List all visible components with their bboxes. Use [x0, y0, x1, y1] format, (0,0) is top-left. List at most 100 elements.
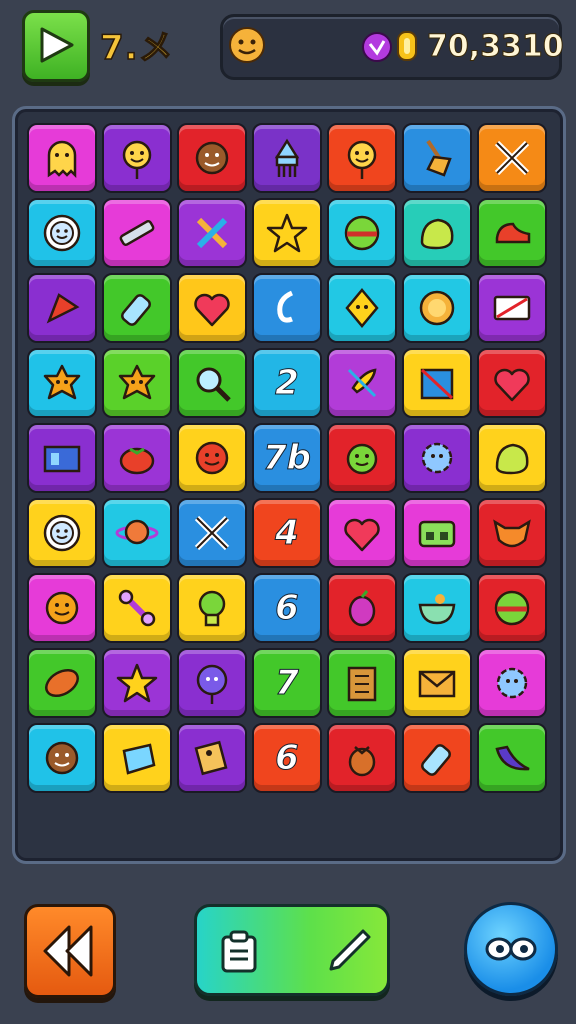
planet-icon: [115, 519, 159, 545]
board-tile[interactable]: [27, 423, 97, 493]
board-tile[interactable]: [402, 123, 472, 193]
board-tile[interactable]: [27, 723, 97, 793]
board-tile[interactable]: [177, 573, 247, 643]
board-tile[interactable]: [177, 123, 247, 193]
blob-icon: [495, 443, 529, 475]
board-tile[interactable]: [327, 123, 397, 193]
window-icon: [43, 445, 81, 473]
play-button[interactable]: [22, 10, 90, 82]
bottle-icon: [421, 744, 451, 776]
board-tile[interactable]: [402, 423, 472, 493]
board-tile[interactable]: [477, 498, 547, 568]
crossed-pencils-icon: [196, 217, 228, 249]
board-tile[interactable]: [402, 198, 472, 268]
board-tile[interactable]: 7b: [252, 423, 322, 493]
board-tile[interactable]: [27, 123, 97, 193]
board-tile[interactable]: [402, 573, 472, 643]
board-tile[interactable]: [477, 423, 547, 493]
board-tile[interactable]: [327, 498, 397, 568]
double-back-arrow-icon: [43, 925, 93, 977]
board-tile[interactable]: [327, 723, 397, 793]
board-tile[interactable]: [177, 348, 247, 418]
board-tile[interactable]: [177, 423, 247, 493]
board-tile[interactable]: [327, 198, 397, 268]
board-tile[interactable]: [102, 348, 172, 418]
smiley-balloon-icon: [122, 140, 152, 179]
number-4-icon: 4: [275, 513, 300, 554]
board-tile[interactable]: [327, 348, 397, 418]
scroll-icon: [347, 666, 377, 702]
board-tile[interactable]: [27, 648, 97, 718]
level-label: 7.メ: [99, 27, 174, 69]
number-2-icon: 2: [275, 363, 300, 404]
board-tile[interactable]: 6: [252, 723, 322, 793]
smiley-red-icon: [195, 441, 229, 475]
board-tile[interactable]: [102, 123, 172, 193]
bottom-controls: [0, 880, 576, 1024]
board-tile[interactable]: [402, 348, 472, 418]
board-tile[interactable]: [102, 648, 172, 718]
board-tile[interactable]: [477, 348, 547, 418]
top-bar: 7.メ 70,3310: [0, 0, 576, 96]
board-tile[interactable]: [102, 573, 172, 643]
menu-button[interactable]: [464, 902, 558, 996]
gear-face-icon: [421, 442, 453, 474]
board-tile[interactable]: [477, 198, 547, 268]
board-tile[interactable]: [477, 573, 547, 643]
coin-icon: [419, 290, 455, 326]
board-tile[interactable]: [477, 648, 547, 718]
board-tile[interactable]: 6: [252, 573, 322, 643]
board-tile[interactable]: [402, 648, 472, 718]
board-tile[interactable]: [177, 273, 247, 343]
action-button[interactable]: [194, 904, 390, 996]
board-tile[interactable]: [27, 273, 97, 343]
heart-icon: [194, 293, 230, 327]
board-tile[interactable]: [327, 423, 397, 493]
board-tile[interactable]: 2: [252, 348, 322, 418]
crossed-swords-icon: [194, 515, 230, 551]
board-tile[interactable]: [402, 273, 472, 343]
board-tile[interactable]: [327, 573, 397, 643]
board-tile[interactable]: [252, 198, 322, 268]
board-tile[interactable]: [27, 573, 97, 643]
sun-face-icon: [43, 214, 81, 252]
acorn-icon: [348, 746, 376, 777]
board-tile[interactable]: [477, 723, 547, 793]
board-tile[interactable]: [177, 648, 247, 718]
board-tile[interactable]: [102, 198, 172, 268]
board-tile[interactable]: [27, 348, 97, 418]
board-tile[interactable]: 7: [252, 648, 322, 718]
board-tile[interactable]: [177, 498, 247, 568]
magnifier-icon: [196, 367, 231, 402]
pen-icon: [119, 220, 155, 246]
board-tile[interactable]: 4: [252, 498, 322, 568]
heart-icon: [344, 518, 380, 552]
board-tile[interactable]: [477, 273, 547, 343]
tomato-icon: [119, 447, 155, 475]
board-tile[interactable]: [102, 498, 172, 568]
board-tile[interactable]: [402, 723, 472, 793]
board-tile[interactable]: [252, 123, 322, 193]
ball-icon: [494, 590, 530, 626]
board-tile[interactable]: [102, 273, 172, 343]
back-button[interactable]: [24, 904, 116, 998]
board-tile[interactable]: [177, 723, 247, 793]
board-tile[interactable]: [327, 273, 397, 343]
board-tile[interactable]: [177, 198, 247, 268]
board-tile[interactable]: [402, 498, 472, 568]
board-tile[interactable]: [102, 723, 172, 793]
envelope-icon: [418, 670, 456, 698]
banana-icon: [495, 745, 530, 771]
board-tile[interactable]: [477, 123, 547, 193]
board-tile[interactable]: [27, 498, 97, 568]
board-tile[interactable]: [252, 273, 322, 343]
board-tile[interactable]: [102, 423, 172, 493]
blob-icon: [420, 218, 454, 250]
board-tile[interactable]: [327, 648, 397, 718]
box-icon: [420, 368, 454, 400]
gear-face-icon: [496, 667, 528, 699]
clipboard-icon: [221, 930, 257, 973]
smiley-orange-icon: [45, 591, 79, 625]
board-tile[interactable]: [27, 198, 97, 268]
ball-icon: [344, 215, 380, 251]
